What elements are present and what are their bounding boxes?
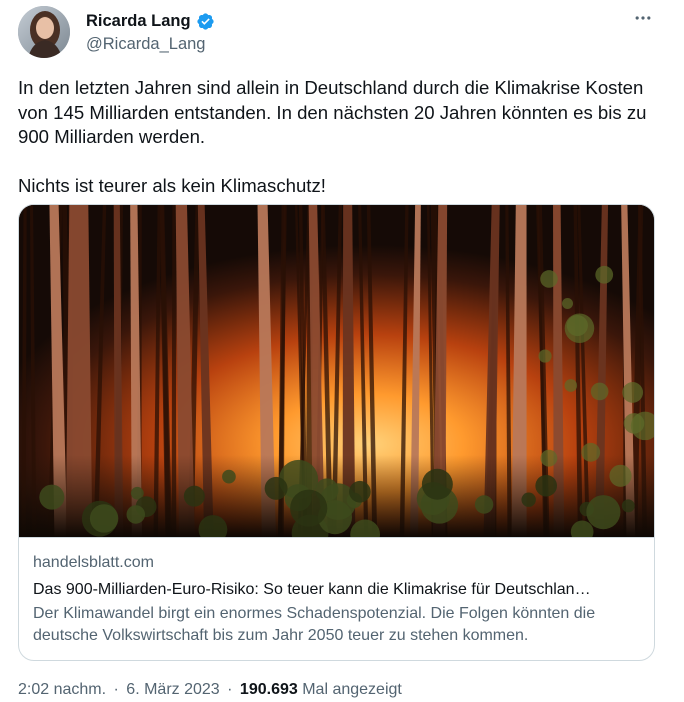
card-title: Das 900-Milliarden-Euro-Risiko: So teuer… <box>33 581 591 598</box>
author-info: Ricarda Lang @Ricarda_Lang <box>86 10 215 54</box>
card-domain: handelsblatt.com <box>33 554 154 571</box>
meta-separator: · <box>227 681 233 698</box>
tweet: Ricarda Lang @Ricarda_Lang In den letzte… <box>0 0 684 702</box>
meta-separator: · <box>113 681 119 698</box>
link-preview-card[interactable]: handelsblatt.com Das 900-Milliarden-Euro… <box>18 204 655 661</box>
more-options-button[interactable] <box>628 8 658 32</box>
avatar-image <box>18 6 70 58</box>
author-handle[interactable]: @Ricarda_Lang <box>86 35 215 54</box>
forest-fire-image <box>19 205 654 537</box>
verified-badge-icon[interactable] <box>196 12 215 31</box>
tweet-paragraph-1: In den letzten Jahren sind allein in Deu… <box>18 77 647 147</box>
tweet-meta: 2:02 nachm. · 6. März 2023 · 190.693 Mal… <box>18 681 402 699</box>
card-image[interactable] <box>19 205 654 537</box>
more-horizontal-icon <box>633 8 653 33</box>
author-name-row: Ricarda Lang <box>86 10 215 32</box>
avatar[interactable] <box>18 6 70 58</box>
author-display-name[interactable]: Ricarda Lang <box>86 12 191 31</box>
card-divider <box>19 537 654 538</box>
views-label: Mal angezeigt <box>302 681 402 698</box>
tweet-paragraph-2: Nichts ist teurer als kein Klimaschutz! <box>18 174 326 196</box>
tweet-time[interactable]: 2:02 nachm. <box>18 681 106 698</box>
card-description: Der Klimawandel birgt ein enormes Schade… <box>33 605 596 644</box>
tweet-text: In den letzten Jahren sind allein in Deu… <box>18 76 658 198</box>
tweet-date[interactable]: 6. März 2023 <box>126 681 219 698</box>
views-count: 190.693 <box>239 681 298 698</box>
